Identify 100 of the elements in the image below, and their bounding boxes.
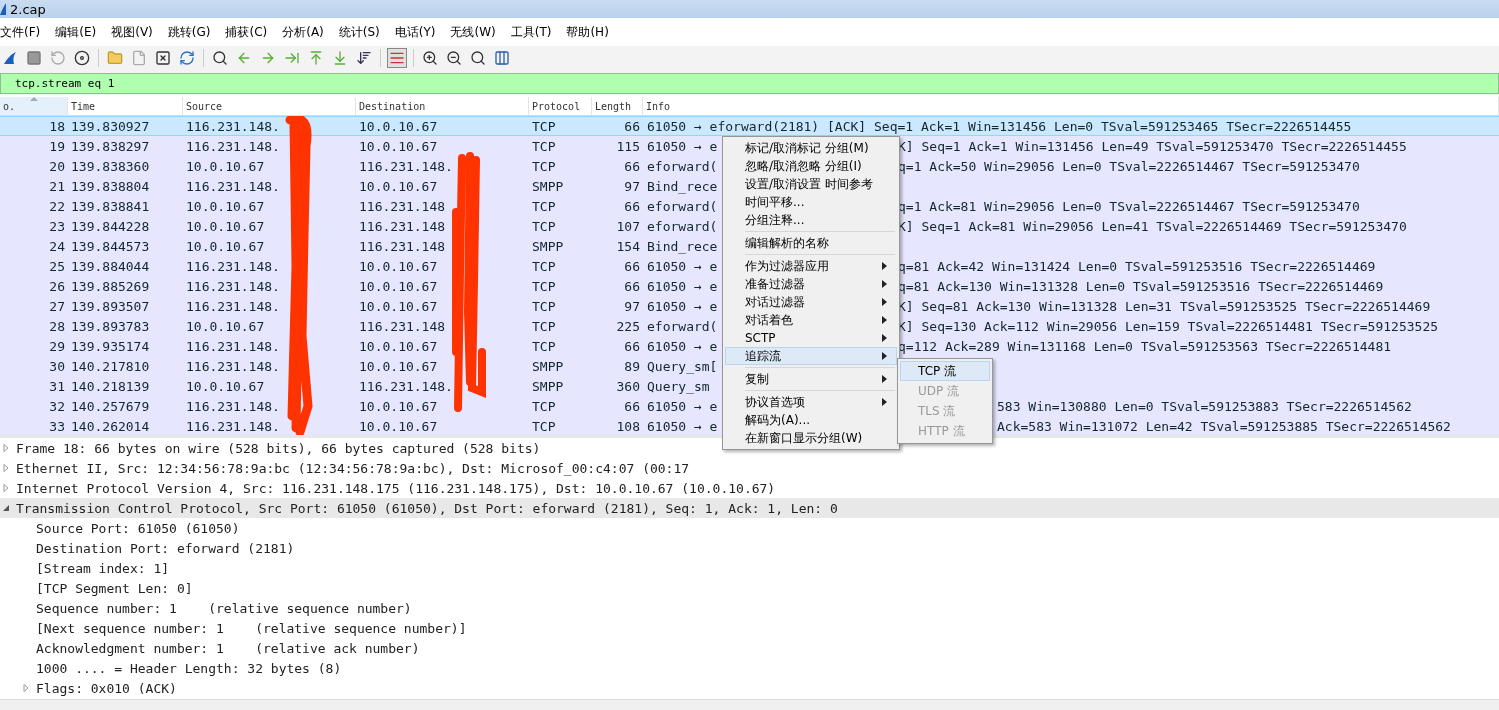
- table-cell-text: 116.231.148: [358, 218, 447, 234]
- table-cell-text: 66: [623, 258, 641, 274]
- tree-text: [TCP Segment Len: 0]: [36, 580, 193, 596]
- tree-text: Transmission Control Protocol, Src Port: 61050 (61050), Dst Port: eforward (2181), Seq: 1, Ack: 1, Len: 0: [16, 500, 838, 516]
- table-cell: eforward(: [647, 218, 718, 234]
- table-cell-text: 10.0.10.67: [185, 218, 266, 234]
- table-cell-text: 66: [623, 398, 641, 414]
- tree-text: Acknowledgment number: 1 (relative ack number): [36, 640, 420, 656]
- table-cell-text: TCP: [531, 258, 557, 274]
- table-cell-text: 10.0.10.67: [358, 278, 439, 294]
- table-cell: q=112 Ack=289 Win=131168 Len=0 TSval=591253563 TSecr=2226514481: [898, 338, 1392, 354]
- tree-text: Internet Protocol Version 4, Src: 116.231.148.175 (116.231.148.175), Dst: 10.0.10.67 (10.0.10.67): [16, 480, 776, 496]
- table-cell-text: 116.231.148.: [358, 378, 454, 394]
- table-cell-text: 139.838360: [70, 158, 151, 174]
- table-cell-text: TCP: [531, 218, 557, 234]
- table-cell-text: 139.838297: [70, 138, 151, 154]
- tree-text: Source Port: 61050 (61050): [36, 520, 240, 536]
- table-cell: 583 Win=130880 Len=0 TSval=591253883 TSecr=2226514562: [997, 398, 1412, 414]
- table-cell-text: 116.231.148.: [185, 258, 281, 274]
- table-cell-text: 107: [615, 218, 641, 234]
- table-cell: 61050 → e: [647, 338, 718, 354]
- table-cell-text: 22: [48, 198, 66, 214]
- table-cell-text: 139.844573: [70, 238, 151, 254]
- table-cell-text: SMPP: [531, 358, 565, 374]
- table-cell-text: 20: [48, 158, 66, 174]
- table-cell-text: 10.0.10.67: [185, 158, 266, 174]
- table-cell-text: 10.0.10.67: [185, 318, 266, 334]
- table-cell-text: 27: [48, 298, 66, 314]
- table-cell-text: 225: [615, 318, 641, 334]
- table-cell-text: 139.838841: [70, 198, 151, 214]
- table-cell-text: 32: [48, 398, 66, 414]
- table-cell-text: TCP: [531, 338, 557, 354]
- table-cell-text: 23: [48, 218, 66, 234]
- tree-text: [Stream index: 1]: [36, 560, 170, 576]
- table-cell: 61050 → e: [647, 138, 718, 154]
- table-cell: 61050 → eforward(2181) [ACK] Seq=1 Ack=1 Win=131456 Len=0 TSval=591253465 TSecr=2226514455: [647, 118, 1352, 134]
- table-cell-text: 116.231.148.: [185, 278, 281, 294]
- table-cell-text: 154: [615, 238, 641, 254]
- table-cell-text: 97: [623, 178, 641, 194]
- table-cell-text: 140.217810: [70, 358, 151, 374]
- table-cell-text: 116.231.148.: [185, 338, 281, 354]
- table-cell-text: 139.893783: [70, 318, 151, 334]
- table-cell-text: TCP: [531, 318, 557, 334]
- table-cell-text: 10.0.10.67: [358, 258, 439, 274]
- table-cell-text: TCP: [531, 278, 557, 294]
- table-cell: 61050 → e: [647, 418, 718, 434]
- table-cell-text: 10.0.10.67: [185, 198, 266, 214]
- table-cell-text: 10.0.10.67: [185, 378, 266, 394]
- table-cell-text: TCP: [531, 398, 557, 414]
- window-title: 2.cap: [10, 1, 46, 17]
- table-cell-text: TCP: [531, 158, 557, 174]
- table-cell-text: 66: [623, 118, 641, 134]
- table-cell-text: 66: [623, 198, 641, 214]
- table-cell-text: 10.0.10.67: [185, 238, 266, 254]
- table-cell-text: 66: [623, 338, 641, 354]
- table-cell-text: 10.0.10.67: [358, 138, 439, 154]
- table-cell-text: 31: [48, 378, 66, 394]
- table-cell: Bind_rece: [647, 178, 718, 194]
- table-cell-text: 18: [48, 118, 66, 134]
- table-cell-text: 66: [623, 278, 641, 294]
- table-cell-text: 140.262014: [70, 418, 151, 434]
- table-cell: 61050 → e: [647, 298, 718, 314]
- table-cell: Query_sm: [647, 378, 710, 394]
- table-cell-text: 139.830927: [70, 118, 151, 134]
- table-cell-text: 29: [48, 338, 66, 354]
- table-cell-text: 116.231.148: [358, 198, 447, 214]
- table-cell-text: 10.0.10.67: [358, 418, 439, 434]
- table-cell-text: TCP: [531, 138, 557, 154]
- table-cell-text: TCP: [531, 418, 557, 434]
- table-cell-text: 30: [48, 358, 66, 374]
- table-cell-text: 25: [48, 258, 66, 274]
- table-cell: 61050 → e: [647, 398, 718, 414]
- table-cell-text: 139.935174: [70, 338, 151, 354]
- table-cell-text: SMPP: [531, 238, 565, 254]
- table-cell-text: 116.231.148.: [185, 138, 281, 154]
- table-cell-text: 139.838804: [70, 178, 151, 194]
- table-cell-text: 21: [48, 178, 66, 194]
- table-cell-text: 24: [48, 238, 66, 254]
- table-cell: eforward(: [647, 318, 718, 334]
- tree-text: [Next sequence number: 1 (relative sequence number)]: [36, 620, 467, 636]
- table-cell-text: 116.231.148.: [185, 418, 281, 434]
- table-cell: 61050 → e: [647, 278, 718, 294]
- table-cell-text: 139.885269: [70, 278, 151, 294]
- table-cell-text: 140.218139: [70, 378, 151, 394]
- tree-text: 1000 .... = Header Length: 32 bytes (8): [36, 660, 342, 676]
- table-cell-text: SMPP: [531, 378, 565, 394]
- table-cell-text: 28: [48, 318, 66, 334]
- table-cell-text: 19: [48, 138, 66, 154]
- table-cell-text: 10.0.10.67: [358, 358, 439, 374]
- table-cell-text: 10.0.10.67: [358, 398, 439, 414]
- tree-text: Destination Port: eforward (2181): [36, 540, 295, 556]
- table-cell-text: 108: [615, 418, 641, 434]
- tree-text: Flags: 0x010 (ACK): [36, 680, 177, 696]
- table-cell: Bind_rece: [647, 238, 718, 254]
- table-cell-text: 33: [48, 418, 66, 434]
- table-cell: eforward(: [647, 198, 718, 214]
- table-cell-text: 89: [623, 358, 641, 374]
- table-cell-text: 116.231.148.: [185, 178, 281, 194]
- table-cell-text: 116.231.148: [358, 238, 447, 254]
- tree-text: Sequence number: 1 (relative sequence number): [36, 600, 412, 616]
